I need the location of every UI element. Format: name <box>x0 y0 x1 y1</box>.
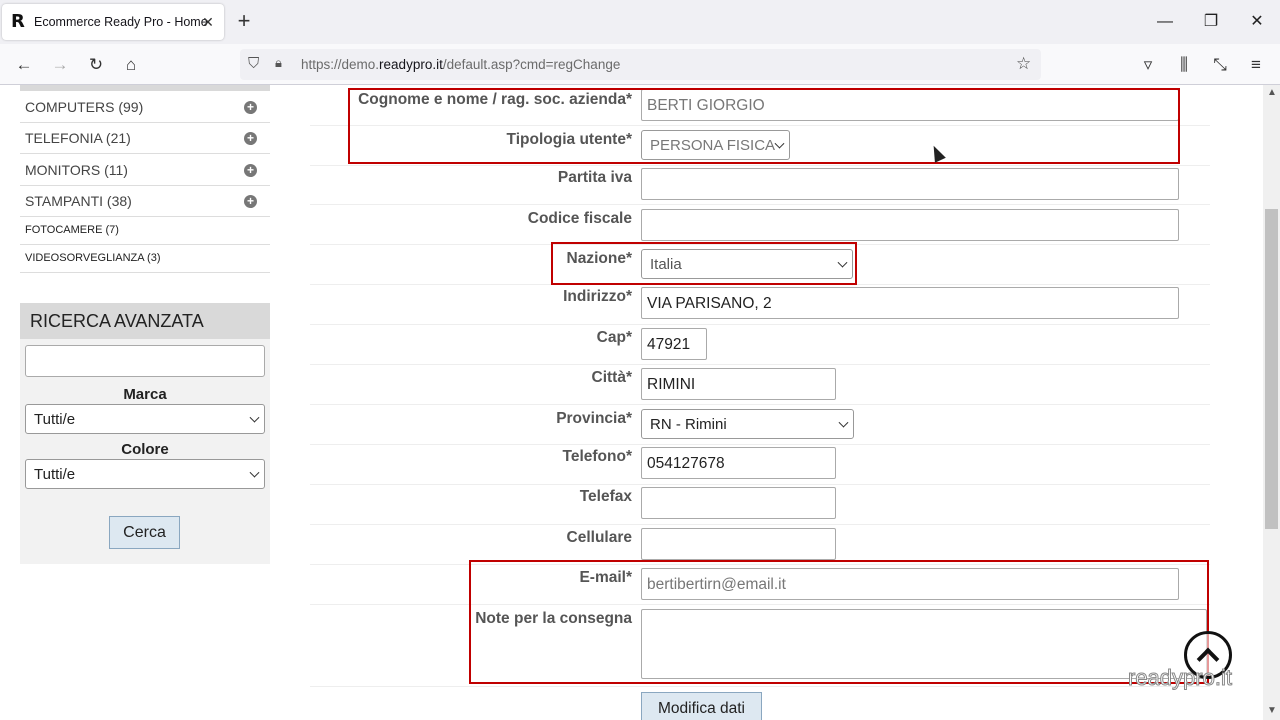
reload-icon[interactable]: ↻ <box>83 52 109 78</box>
brand-label: Marca <box>123 386 167 403</box>
scroll-down-icon[interactable]: ▼ <box>1267 705 1277 716</box>
row-divider <box>310 686 1210 687</box>
row-divider <box>310 364 1210 365</box>
mobile-label: Cellulare <box>566 529 632 546</box>
search-button[interactable]: Cerca <box>109 516 180 549</box>
color-label: Colore <box>121 441 169 458</box>
color-select[interactable]: Tutti/e <box>25 459 265 489</box>
zip-field-value: 47921 <box>647 336 691 353</box>
tax-code-label: Codice fiscale <box>527 210 632 227</box>
watermark: readypro.it <box>1128 665 1233 691</box>
scrollbar-thumb[interactable] <box>1265 209 1278 529</box>
site-favicon-icon: R <box>11 11 25 32</box>
category-label[interactable]: TELEFONIA (21) <box>25 130 131 146</box>
category-label[interactable]: STAMPANTI (38) <box>25 193 132 209</box>
new-tab-icon[interactable]: + <box>232 10 256 34</box>
scroll-up-icon[interactable]: ▲ <box>1267 87 1277 98</box>
vat-field[interactable] <box>641 168 1179 200</box>
category-item[interactable]: COMPUTERS (99) + <box>20 91 270 123</box>
chevron-down-icon <box>249 412 260 423</box>
chevron-down-icon <box>838 417 849 428</box>
category-item[interactable]: FOTOCAMERE (7) <box>20 217 270 245</box>
home-icon[interactable]: ⌂ <box>118 52 144 78</box>
row-divider <box>310 524 1210 525</box>
brand-select[interactable]: Tutti/e <box>25 404 265 434</box>
lock-icon[interactable]: 🔒︎ <box>275 55 282 71</box>
submit-button[interactable]: Modifica dati <box>641 692 762 720</box>
category-item[interactable]: VIDEOSORVEGLIANZA (3) <box>20 245 270 273</box>
phone-field-value: 054127678 <box>647 455 725 472</box>
category-item[interactable]: TELEFONIA (21) + <box>20 123 270 154</box>
address-field[interactable]: VIA PARISANO, 2 <box>641 287 1179 319</box>
shield-icon[interactable]: ⛉ <box>248 55 259 72</box>
expand-plus-icon[interactable]: + <box>244 101 257 114</box>
phone-field[interactable]: 054127678 <box>641 447 836 479</box>
province-select[interactable]: RN - Rimini <box>641 409 854 439</box>
highlight-box <box>551 242 857 285</box>
expand-plus-icon[interactable]: + <box>244 195 257 208</box>
tab-bar: R Ecommerce Ready Pro - Home ✕ + — ❐ ✕ <box>0 0 1280 44</box>
vat-label: Partita iva <box>557 169 632 186</box>
category-label[interactable]: FOTOCAMERE (7) <box>25 224 119 236</box>
highlight-box <box>348 88 1180 164</box>
mobile-field[interactable] <box>641 528 836 560</box>
color-select-value: Tutti/e <box>34 466 76 483</box>
row-divider <box>310 165 1210 166</box>
tax-code-field[interactable] <box>641 209 1179 241</box>
city-field-value: RIMINI <box>647 376 696 393</box>
close-tab-icon[interactable]: ✕ <box>198 12 218 32</box>
tab-title: Ecommerce Ready Pro - Home <box>34 15 208 29</box>
category-item[interactable]: STAMPANTI (38) + <box>20 186 270 217</box>
highlight-box <box>469 560 1209 684</box>
fax-field[interactable] <box>641 487 836 519</box>
phone-label: Telefono* <box>562 448 632 465</box>
restore-icon[interactable]: ❐ <box>1196 8 1226 36</box>
url-text: https://demo.readypro.it/default.asp?cmd… <box>301 57 621 72</box>
city-field[interactable]: RIMINI <box>641 368 836 400</box>
brand-select-value: Tutti/e <box>34 411 76 428</box>
city-label: Città* <box>591 369 632 386</box>
chevron-down-icon <box>249 467 260 478</box>
window-close-icon[interactable]: ✕ <box>1242 8 1272 36</box>
minimize-icon[interactable]: — <box>1150 8 1180 36</box>
row-divider <box>310 484 1210 485</box>
back-icon[interactable]: ← <box>11 52 37 78</box>
expand-plus-icon[interactable]: + <box>244 132 257 145</box>
url-bar[interactable]: ⛉ 🔒︎ https://demo.readypro.it/default.as… <box>240 49 1041 80</box>
province-value: RN - Rimini <box>650 416 727 433</box>
fax-label: Telefax <box>579 488 632 505</box>
category-label[interactable]: VIDEOSORVEGLIANZA (3) <box>25 252 161 264</box>
category-label[interactable]: MONITORS (11) <box>25 162 128 178</box>
browser-tab[interactable]: R Ecommerce Ready Pro - Home ✕ <box>2 4 224 40</box>
search-input[interactable] <box>25 345 265 377</box>
category-item[interactable]: MONITORS (11) + <box>20 154 270 186</box>
advanced-search-header: RICERCA AVANZATA <box>20 303 270 339</box>
nav-bar: ← → ↻ ⌂ ⛉ 🔒︎ https://demo.readypro.it/de… <box>0 44 1280 85</box>
zip-field[interactable]: 47921 <box>641 328 707 360</box>
advanced-search-title: RICERCA AVANZATA <box>30 311 204 331</box>
page-content: COMPUTERS (99) + TELEFONIA (21) + MONITO… <box>0 85 1280 720</box>
category-label[interactable]: COMPUTERS (99) <box>25 99 143 115</box>
menu-icon[interactable]: ≡ <box>1243 52 1269 78</box>
extensions-icon[interactable]: ⤡ <box>1207 52 1233 78</box>
address-label: Indirizzo* <box>563 288 632 305</box>
row-divider <box>310 204 1210 205</box>
row-divider <box>310 444 1210 445</box>
zip-label: Cap* <box>596 329 632 346</box>
forward-icon[interactable]: → <box>47 52 73 78</box>
advanced-search-panel: RICERCA AVANZATA Marca Tutti/e Colore Tu… <box>20 303 270 564</box>
pocket-icon[interactable]: ▿ <box>1135 52 1161 78</box>
expand-plus-icon[interactable]: + <box>244 164 257 177</box>
row-divider <box>310 324 1210 325</box>
library-icon[interactable]: ⫼ <box>1171 52 1197 78</box>
bookmark-star-icon[interactable]: ☆ <box>1016 54 1031 74</box>
row-divider <box>310 404 1210 405</box>
address-field-value: VIA PARISANO, 2 <box>647 295 772 312</box>
province-label: Provincia* <box>556 410 632 427</box>
